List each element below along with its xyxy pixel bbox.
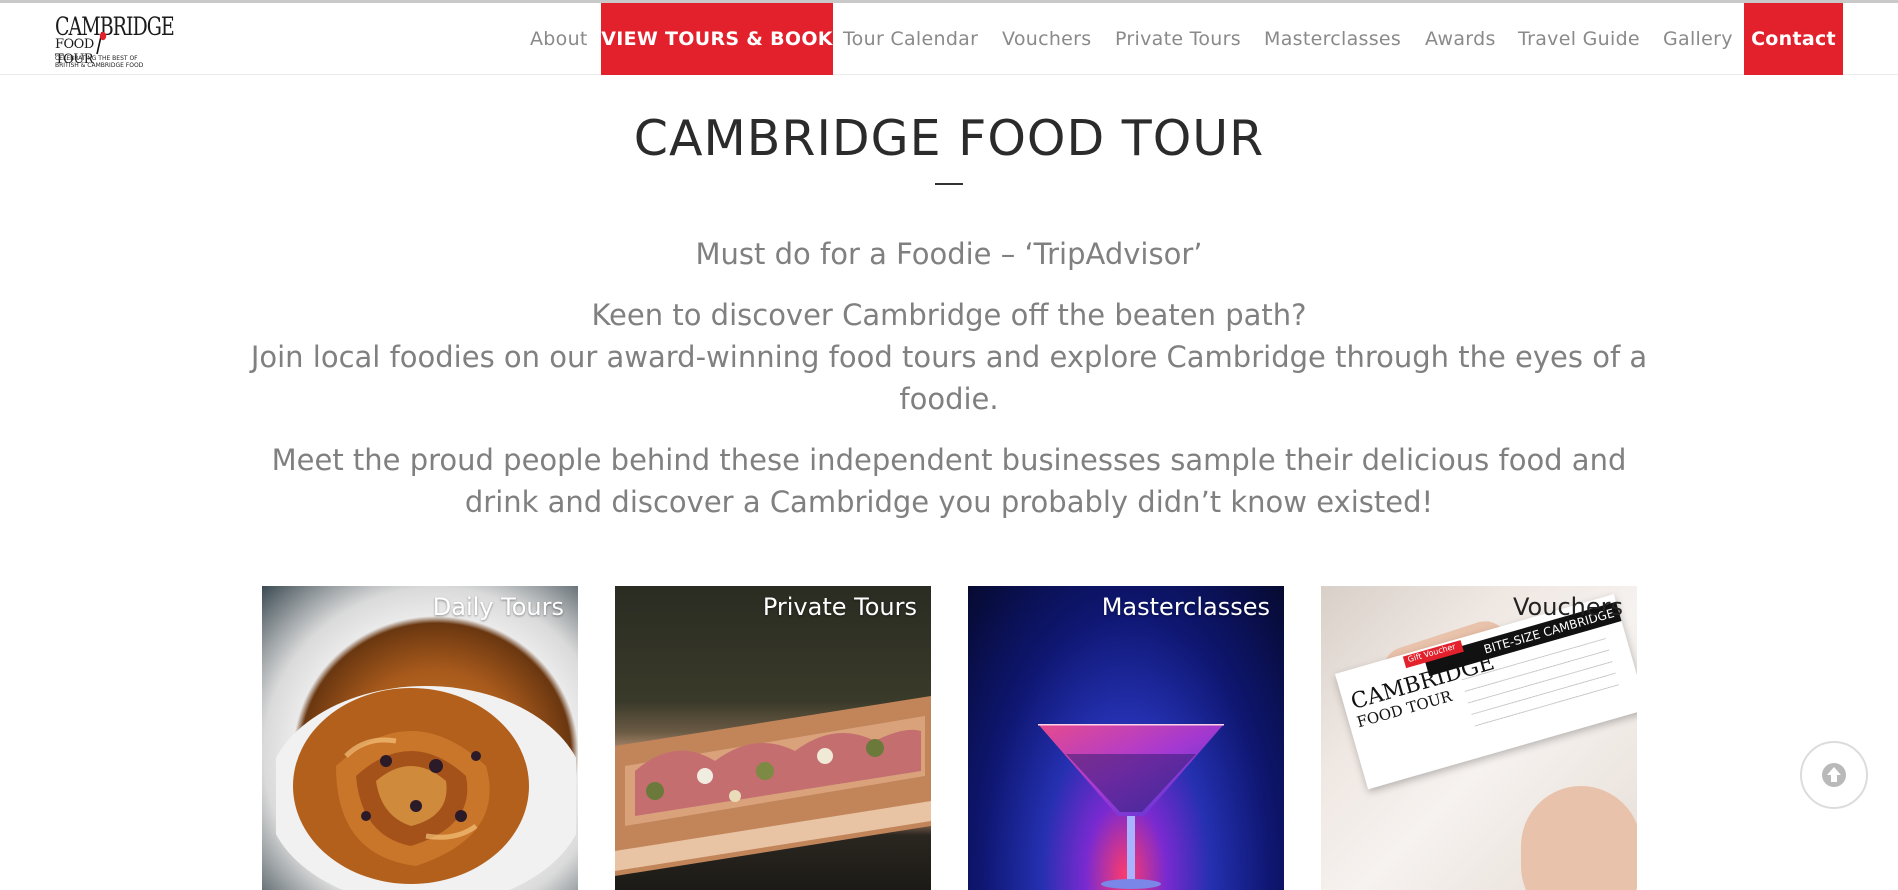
- intro-line-1: Keen to discover Cambridge off the beate…: [591, 298, 1307, 332]
- nav-tour-calendar[interactable]: Tour Calendar: [843, 3, 978, 75]
- cocktail-glass-illustration: [1038, 724, 1224, 889]
- hand-bottom: [1521, 786, 1637, 890]
- voucher-image: Gift Voucher BITE-SIZE CAMBRIDGE CAMBRID…: [1321, 586, 1637, 890]
- nav-private-tours[interactable]: Private Tours: [1115, 3, 1241, 75]
- nav-awards[interactable]: Awards: [1425, 3, 1496, 75]
- cocktail-image: [968, 586, 1284, 890]
- nav-view-tours-book[interactable]: VIEW TOURS & BOOK: [601, 3, 833, 75]
- nav-masterclasses[interactable]: Masterclasses: [1264, 3, 1401, 75]
- card-label-daily-tours: Daily Tours: [432, 593, 564, 621]
- tripadvisor-quote: Must do for a Foodie – ‘TripAdvisor’: [695, 237, 1203, 271]
- arrow-up-icon: [1822, 763, 1846, 787]
- nav-about[interactable]: About: [530, 3, 588, 75]
- nav-travel-guide[interactable]: Travel Guide: [1518, 3, 1640, 75]
- outro-text: Meet the proud people behind these indep…: [271, 443, 1627, 519]
- fork-icon: [96, 32, 107, 54]
- site-header: CAMBRIDGE FOODTOUR CELEBRATING THE BEST …: [0, 3, 1898, 75]
- site-logo[interactable]: CAMBRIDGE FOODTOUR CELEBRATING THE BEST …: [55, 12, 175, 70]
- card-label-masterclasses: Masterclasses: [1101, 593, 1270, 621]
- intro-text: Keen to discover Cambridge off the beate…: [240, 294, 1658, 420]
- nav-vouchers[interactable]: Vouchers: [1002, 3, 1091, 75]
- card-daily-tours[interactable]: Daily Tours: [262, 586, 578, 890]
- logo-food: FOOD: [55, 37, 94, 52]
- card-private-tours[interactable]: Private Tours: [615, 586, 931, 890]
- nav-contact[interactable]: Contact: [1744, 3, 1843, 75]
- card-vouchers[interactable]: Gift Voucher BITE-SIZE CAMBRIDGE CAMBRID…: [1321, 586, 1637, 890]
- card-masterclasses[interactable]: Masterclasses: [968, 586, 1284, 890]
- pastry-illustration: [276, 686, 576, 890]
- logo-tagline: CELEBRATING THE BEST OF BRITISH & CAMBRID…: [55, 55, 144, 69]
- page-title: CAMBRIDGE FOOD TOUR: [633, 110, 1265, 167]
- card-label-vouchers: Vouchers: [1513, 593, 1623, 621]
- pastry-image: [262, 586, 578, 890]
- intro-line-2: Join local foodies on our award-winning …: [250, 340, 1648, 416]
- flatbread-illustration: [615, 696, 931, 876]
- title-divider: [935, 183, 963, 185]
- nav-gallery[interactable]: Gallery: [1663, 3, 1733, 75]
- flatbread-image: [615, 586, 931, 890]
- card-label-private-tours: Private Tours: [762, 593, 917, 621]
- scroll-to-top-button[interactable]: [1800, 741, 1868, 809]
